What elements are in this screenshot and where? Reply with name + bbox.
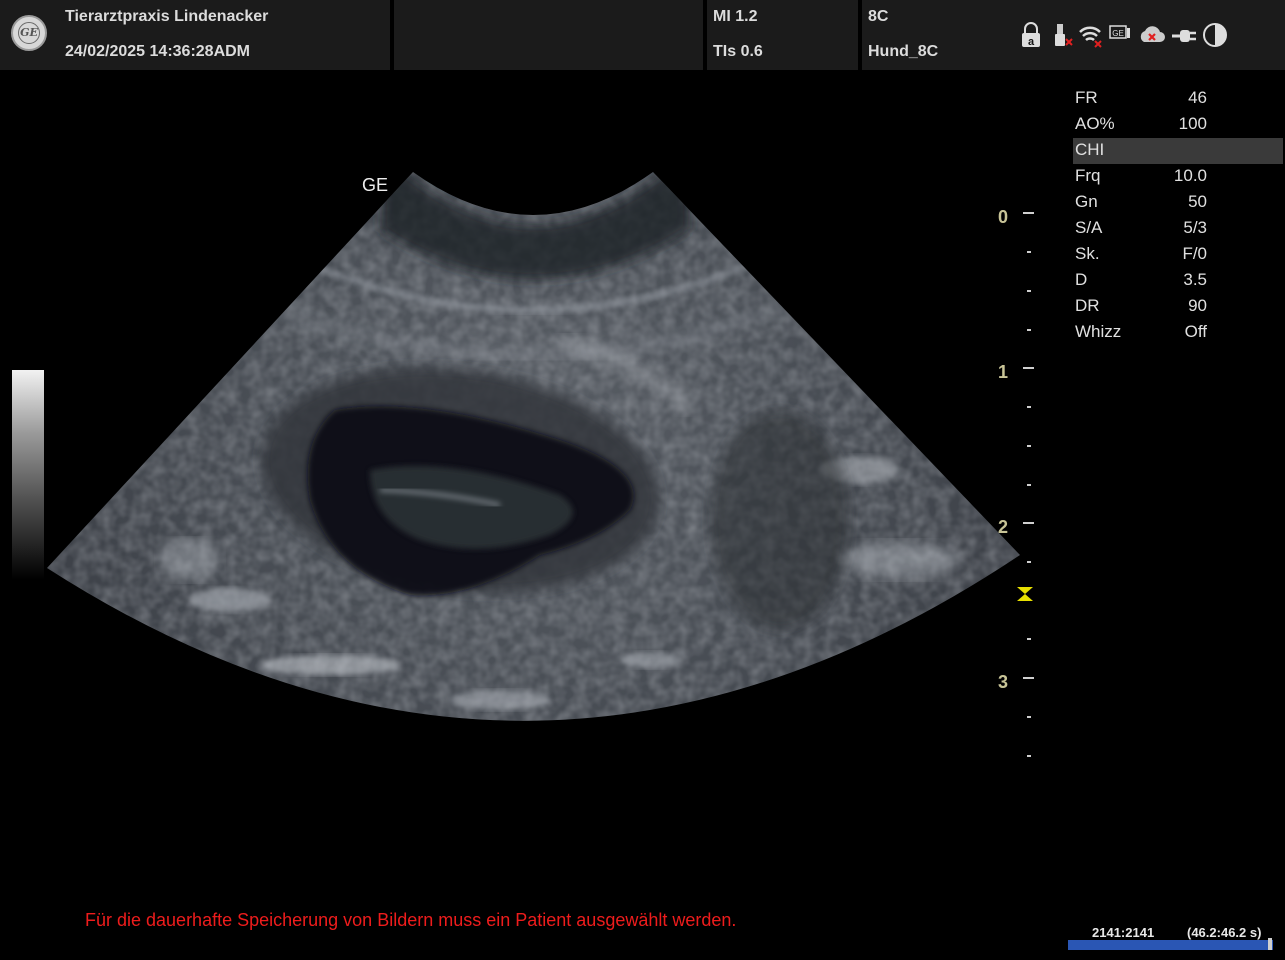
depth-tick-major	[1023, 367, 1034, 369]
cine-progress-handle[interactable]	[1268, 938, 1272, 950]
cine-frame-counter: 2141:2141	[1092, 925, 1155, 940]
depth-tick-major	[1023, 522, 1034, 524]
param-row-d[interactable]: D 3.5	[1073, 268, 1283, 294]
parameter-panel: FR 46 AO% 100 CHI Frq 10.0 Gn 50 S/A 5/3…	[1073, 86, 1283, 346]
param-row-sa[interactable]: S/A 5/3	[1073, 216, 1283, 242]
depth-tick-minor	[1027, 716, 1031, 718]
cine-progress-bar[interactable]	[1068, 940, 1273, 950]
far-echo-3	[450, 690, 550, 710]
depth-tick-minor	[1027, 406, 1031, 408]
depth-tick-minor	[1027, 445, 1031, 447]
param-value: 3.5	[1183, 270, 1207, 289]
param-label: Sk.	[1075, 244, 1100, 263]
param-label: CHI	[1075, 140, 1105, 159]
far-echo-2	[260, 655, 400, 675]
focus-marker-icon[interactable]	[1016, 586, 1034, 602]
param-value: F/0	[1182, 244, 1207, 263]
param-value: 90	[1188, 296, 1207, 315]
right-shadow	[710, 410, 850, 630]
far-echo-6	[840, 542, 960, 578]
depth-tick-minor	[1027, 251, 1031, 253]
depth-label-1: 1	[998, 362, 1009, 382]
param-label: FR	[1075, 88, 1098, 107]
depth-tick-minor	[1027, 561, 1031, 563]
param-label: Gn	[1075, 192, 1098, 211]
grayscale-bar	[12, 370, 44, 580]
depth-label-2: 2	[998, 517, 1009, 537]
param-label: AO%	[1075, 114, 1115, 133]
param-label: Frq	[1075, 166, 1101, 185]
depth-label-3: 3	[998, 672, 1009, 692]
depth-tick-major	[1023, 677, 1034, 679]
far-echo-7	[160, 540, 220, 580]
param-value: 46	[1188, 88, 1207, 107]
vendor-label: GE	[362, 175, 389, 195]
depth-tick-minor	[1027, 329, 1031, 331]
param-row-gn[interactable]: Gn 50	[1073, 190, 1283, 216]
param-row-ao[interactable]: AO% 100	[1073, 112, 1283, 138]
far-echo-1	[190, 588, 270, 612]
depth-tick-minor	[1027, 290, 1031, 292]
param-value: 5/3	[1183, 218, 1207, 237]
patient-warning-message: Für die dauerhafte Speicherung von Bilde…	[85, 910, 737, 930]
param-row-whizz[interactable]: Whizz Off	[1073, 320, 1283, 346]
param-label: D	[1075, 270, 1088, 289]
depth-tick-minor	[1027, 484, 1031, 486]
param-label: S/A	[1075, 218, 1103, 237]
param-value: 100	[1178, 114, 1207, 133]
param-row-dr[interactable]: DR 90	[1073, 294, 1283, 320]
cine-time-counter: (46.2:46.2 s)	[1187, 925, 1262, 940]
depth-label-0: 0	[998, 207, 1009, 227]
param-row-chi[interactable]: CHI	[1073, 138, 1283, 164]
param-value: Off	[1184, 322, 1207, 341]
param-row-fr[interactable]: FR 46	[1073, 86, 1283, 112]
far-echo-4	[620, 652, 680, 668]
param-row-sk[interactable]: Sk. F/0	[1073, 242, 1283, 268]
depth-tick-minor	[1027, 755, 1031, 757]
param-label: Whizz	[1075, 322, 1122, 341]
depth-tick-major	[1023, 212, 1034, 214]
depth-tick-minor	[1027, 638, 1031, 640]
param-row-frq[interactable]: Frq 10.0	[1073, 164, 1283, 190]
param-value: 50	[1188, 192, 1207, 211]
param-value: 10.0	[1173, 166, 1207, 185]
param-label: DR	[1075, 296, 1100, 315]
